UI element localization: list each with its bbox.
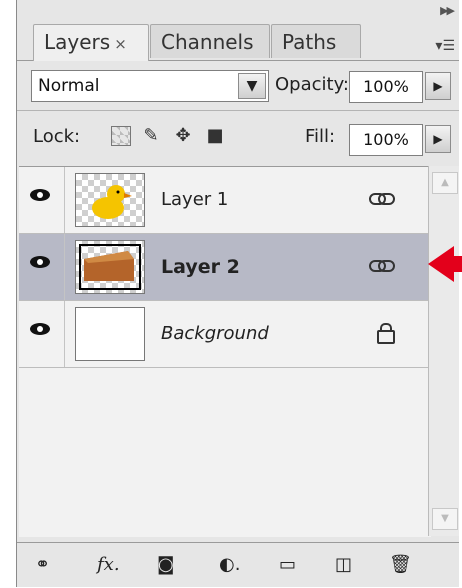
- scroll-down-icon[interactable]: ▼: [432, 508, 458, 530]
- opacity-field[interactable]: 100%: [349, 71, 423, 103]
- visibility-eye-icon[interactable]: [19, 167, 65, 233]
- tab-channels-label: Channels: [161, 30, 254, 54]
- blend-mode-select[interactable]: Normal ▼: [31, 70, 269, 102]
- visibility-eye-icon[interactable]: [19, 301, 65, 367]
- fill-slider-button[interactable]: ▶: [425, 125, 451, 153]
- lock-image-brush-icon[interactable]: ✎: [139, 124, 163, 148]
- layer-row-background[interactable]: Background: [19, 301, 431, 368]
- blend-row: Normal ▼ Opacity: 100% ▶: [17, 62, 459, 108]
- adjustment-layer-icon[interactable]: ◐.: [219, 553, 240, 577]
- scroll-up-icon[interactable]: ▲: [432, 172, 458, 194]
- layer-thumbnail-white: [75, 307, 145, 361]
- tab-channels[interactable]: Channels: [150, 24, 270, 58]
- link-layers-icon[interactable]: ⚭: [35, 553, 50, 577]
- folder-icon[interactable]: ▭: [279, 553, 296, 577]
- lock-options: ✎ ✥ ■: [111, 124, 227, 148]
- lock-position-move-icon[interactable]: ✥: [171, 124, 195, 148]
- chevron-down-icon[interactable]: ▼: [238, 73, 266, 99]
- panel-tabs: Layers × Channels Paths: [17, 20, 459, 61]
- layers-scrollbar[interactable]: ▲ ▼: [428, 166, 459, 536]
- fx-icon[interactable]: fx.: [97, 553, 120, 577]
- trash-icon[interactable]: 🗑: [389, 553, 412, 577]
- layers-list: Layer 1 Layer 2 Background: [19, 166, 431, 537]
- tab-layers[interactable]: Layers ×: [33, 24, 149, 61]
- tab-paths[interactable]: Paths: [271, 24, 361, 58]
- opacity-label: Opacity:: [275, 74, 349, 95]
- lock-transparent-icon[interactable]: [111, 126, 131, 146]
- add-mask-icon[interactable]: ◙: [157, 553, 174, 577]
- panel-menu-icon[interactable]: ▾☰: [435, 38, 455, 54]
- layer-name[interactable]: Layer 1: [161, 189, 228, 210]
- divider: [17, 110, 459, 111]
- link-icon[interactable]: [369, 192, 395, 206]
- fill-field[interactable]: 100%: [349, 124, 423, 156]
- tab-paths-label: Paths: [282, 30, 337, 54]
- lock-all-icon[interactable]: ■: [203, 124, 227, 148]
- layer-name[interactable]: Layer 2: [161, 256, 240, 278]
- new-layer-icon[interactable]: ◫: [335, 553, 352, 577]
- image-thumbnail-icon: [84, 251, 134, 281]
- layers-bottom-toolbar: ⚭ fx. ◙ ◐. ▭ ◫ 🗑: [17, 542, 459, 588]
- opacity-slider-button[interactable]: ▶: [425, 72, 451, 100]
- lock-icon: [377, 323, 395, 344]
- layer-row-1[interactable]: Layer 1: [19, 167, 431, 234]
- close-icon[interactable]: ×: [114, 35, 127, 53]
- visibility-eye-icon[interactable]: [19, 234, 65, 300]
- red-arrow-pointer: [428, 246, 462, 282]
- layers-panel: ▶▶ Layers × Channels Paths ▾☰ Normal ▼ Op…: [16, 0, 459, 587]
- layer-thumbnail-brown: [75, 240, 145, 294]
- tab-layers-label: Layers: [44, 30, 111, 54]
- link-icon[interactable]: [369, 259, 395, 273]
- layer-row-2[interactable]: Layer 2: [19, 234, 431, 301]
- blend-mode-value: Normal: [38, 76, 100, 96]
- lock-label: Lock:: [33, 126, 81, 147]
- collapse-icon[interactable]: ▶▶: [440, 4, 455, 17]
- layer-thumbnail-duck: [75, 173, 145, 227]
- duck-icon: [92, 185, 132, 219]
- layer-name[interactable]: Background: [161, 323, 269, 344]
- fill-label: Fill:: [305, 126, 336, 147]
